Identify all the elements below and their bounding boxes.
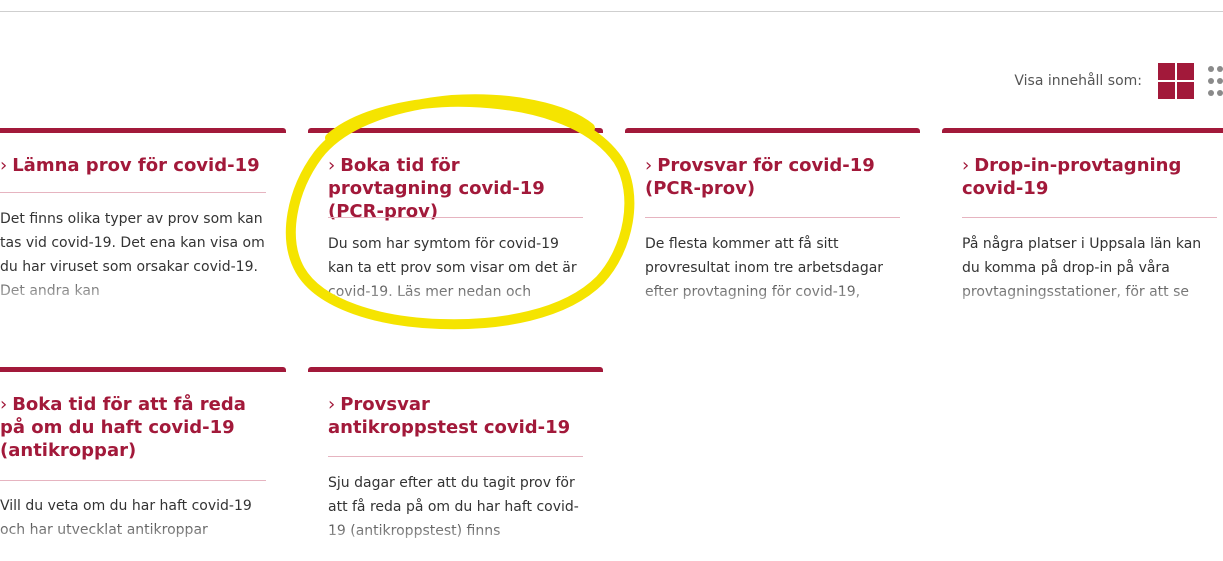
view-label: Visa innehåll som: [1014,73,1142,89]
content-card[interactable]: › Lämna prov för covid-19 Det finns olika… [0,128,286,328]
card-title-link[interactable]: › Boka tid för provtagning covid-19 (PCR-… [328,154,583,223]
card-title-text: Boka tid för att få reda på om du haft c… [0,394,246,461]
card-divider [328,456,583,457]
grid-view-icon[interactable] [1158,63,1194,99]
card-divider [0,192,266,193]
card-divider [645,217,900,218]
chevron-right-icon: › [0,155,8,176]
card-description: Sju dagar efter att du tagit prov för at… [328,475,579,539]
chevron-right-icon: › [962,155,970,176]
content-card[interactable]: › Boka tid för provtagning covid-19 (PCR-… [308,128,603,328]
card-description: På några platser i Uppsala län kan du ko… [962,236,1202,300]
card-title-link[interactable]: › Boka tid för att få reda på om du haft … [0,393,266,462]
content-card[interactable]: › Provsvar antikroppstest covid-19 Sju da… [308,367,603,561]
card-description: Vill du veta om du har haft covid-19 och… [0,498,252,538]
card-description: De flesta kommer att få sitt provresulta… [645,236,884,300]
top-divider [0,11,1223,12]
card-divider [328,217,583,218]
chevron-right-icon: › [328,394,336,415]
card-title-text: Drop-in-provtagning covid-19 [962,155,1182,199]
chevron-right-icon: › [0,394,8,415]
card-description: Det finns olika typer av prov som kan ta… [0,211,265,299]
view-toggle: Visa innehåll som: [1014,63,1223,99]
card-title-text: Provsvar antikroppstest covid-19 [328,394,571,438]
card-title-link[interactable]: › Provsvar antikroppstest covid-19 [328,393,583,439]
card-divider [0,480,266,481]
card-title-text: Boka tid för provtagning covid-19 (PCR-p… [328,155,545,222]
content-card[interactable]: › Drop-in-provtagning covid-19 På några p… [942,128,1223,328]
list-view-icon[interactable] [1208,63,1223,99]
content-card[interactable]: › Provsvar för covid-19 (PCR-prov) De fle… [625,128,920,328]
card-title-link[interactable]: › Drop-in-provtagning covid-19 [962,154,1217,200]
chevron-right-icon: › [328,155,336,176]
card-title-text: Provsvar för covid-19 (PCR-prov) [645,155,875,199]
content-card[interactable]: › Boka tid för att få reda på om du haft … [0,367,286,561]
chevron-right-icon: › [645,155,653,176]
card-title-link[interactable]: › Provsvar för covid-19 (PCR-prov) [645,154,900,200]
card-description: Du som har symtom för covid-19 kan ta et… [328,236,577,300]
card-title-link[interactable]: › Lämna prov för covid-19 [0,154,266,177]
card-divider [962,217,1217,218]
card-title-text: Lämna prov för covid-19 [12,155,260,176]
